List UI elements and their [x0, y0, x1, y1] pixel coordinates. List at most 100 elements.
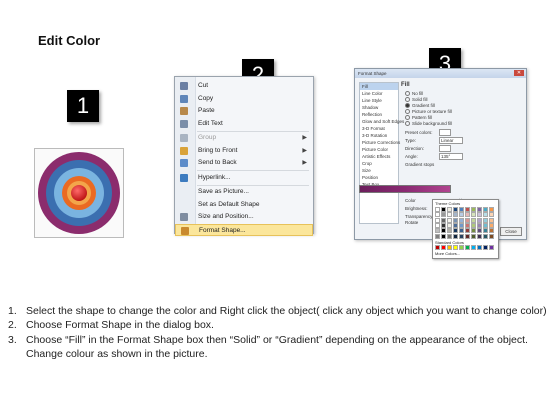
- color-swatch[interactable]: [483, 228, 488, 234]
- color-swatch[interactable]: [477, 222, 482, 228]
- menu-item-group[interactable]: Group ▶: [175, 132, 313, 144]
- color-swatch[interactable]: [441, 207, 446, 212]
- color-swatch[interactable]: [447, 233, 452, 239]
- color-swatch[interactable]: [453, 212, 458, 218]
- standard-color-swatch[interactable]: [447, 245, 452, 250]
- target-shape[interactable]: [35, 149, 123, 237]
- color-swatch[interactable]: [477, 217, 482, 223]
- color-swatch[interactable]: [447, 207, 452, 212]
- gradient-field-input[interactable]: 135°: [439, 153, 463, 160]
- color-swatch[interactable]: [453, 217, 458, 223]
- color-swatch[interactable]: [447, 217, 452, 223]
- fill-option-radio[interactable]: Solid fill: [405, 97, 428, 103]
- more-colors-link[interactable]: More Colors...: [435, 251, 460, 256]
- category-crop[interactable]: Crop: [360, 160, 398, 167]
- category-glow-and-soft-edges[interactable]: Glow and Soft Edges: [360, 118, 404, 125]
- standard-color-swatch[interactable]: [477, 245, 482, 250]
- close-button[interactable]: Close: [500, 227, 522, 236]
- category-picture-color[interactable]: Picture Color: [360, 146, 398, 153]
- color-swatch[interactable]: [489, 207, 494, 212]
- color-swatch[interactable]: [465, 212, 470, 218]
- color-swatch[interactable]: [435, 217, 440, 223]
- color-swatch[interactable]: [441, 233, 446, 239]
- color-swatch[interactable]: [483, 217, 488, 223]
- category-line-color[interactable]: Line Color: [360, 90, 398, 97]
- color-swatch[interactable]: [459, 207, 464, 212]
- menu-item-hyperlink[interactable]: Hyperlink...: [175, 172, 313, 184]
- category-shadow[interactable]: Shadow: [360, 104, 398, 111]
- menu-item-format-shape[interactable]: Format Shape...: [175, 223, 313, 236]
- menu-item-save-as-picture[interactable]: Save as Picture...: [175, 186, 313, 198]
- gradient-stops-bar[interactable]: [359, 185, 451, 193]
- color-swatch[interactable]: [435, 212, 440, 218]
- fill-option-radio[interactable]: Gradient fill: [405, 103, 435, 109]
- color-swatch[interactable]: [447, 222, 452, 228]
- color-swatch[interactable]: [435, 228, 440, 234]
- color-swatch[interactable]: [447, 212, 452, 218]
- color-swatch[interactable]: [465, 228, 470, 234]
- target-center[interactable]: [71, 185, 87, 201]
- target-shape-preview[interactable]: [34, 148, 124, 238]
- standard-color-swatch[interactable]: [441, 245, 446, 250]
- menu-item-copy[interactable]: Copy: [175, 93, 313, 105]
- color-swatch[interactable]: [441, 217, 446, 223]
- color-swatch[interactable]: [483, 233, 488, 239]
- color-swatch[interactable]: [489, 212, 494, 218]
- color-swatch[interactable]: [453, 222, 458, 228]
- color-swatch[interactable]: [453, 228, 458, 234]
- category-position[interactable]: Position: [360, 174, 398, 181]
- color-swatch[interactable]: [465, 233, 470, 239]
- color-swatch[interactable]: [459, 217, 464, 223]
- color-swatch[interactable]: [471, 217, 476, 223]
- color-swatch[interactable]: [459, 233, 464, 239]
- category-fill[interactable]: Fill: [360, 83, 398, 90]
- color-swatch[interactable]: [471, 207, 476, 212]
- category-size[interactable]: Size: [360, 167, 398, 174]
- color-swatch[interactable]: [471, 228, 476, 234]
- category-3-d-rotation[interactable]: 3-D Rotation: [360, 132, 398, 139]
- color-swatch[interactable]: [483, 212, 488, 218]
- color-swatch[interactable]: [477, 228, 482, 234]
- gradient-field-input[interactable]: [439, 145, 451, 152]
- color-swatch[interactable]: [453, 207, 458, 212]
- color-swatch[interactable]: [435, 207, 440, 212]
- color-swatch[interactable]: [465, 207, 470, 212]
- category-reflection[interactable]: Reflection: [360, 111, 398, 118]
- menu-item-send-to-back[interactable]: Send to Back ▶: [175, 157, 313, 169]
- color-swatch[interactable]: [483, 222, 488, 228]
- color-swatch[interactable]: [441, 228, 446, 234]
- standard-color-swatch[interactable]: [435, 245, 440, 250]
- menu-item-bring-to-front[interactable]: Bring to Front ▶: [175, 145, 313, 157]
- fill-option-radio[interactable]: Pattern fill: [405, 115, 432, 121]
- color-swatch[interactable]: [441, 222, 446, 228]
- color-swatch[interactable]: [459, 228, 464, 234]
- category-artistic-effects[interactable]: Artistic Effects: [360, 153, 398, 160]
- color-swatch[interactable]: [477, 212, 482, 218]
- color-swatch[interactable]: [435, 233, 440, 239]
- standard-color-swatch[interactable]: [453, 245, 458, 250]
- standard-color-swatch[interactable]: [465, 245, 470, 250]
- menu-item-edit-text[interactable]: Edit Text: [175, 118, 313, 130]
- close-icon[interactable]: ✕: [514, 70, 524, 76]
- fill-option-radio[interactable]: Slide background fill: [405, 121, 452, 127]
- color-swatch[interactable]: [471, 222, 476, 228]
- category-line-style[interactable]: Line Style: [360, 97, 398, 104]
- color-swatch[interactable]: [483, 207, 488, 212]
- color-swatch[interactable]: [477, 207, 482, 212]
- menu-item-size-and-position[interactable]: Size and Position...: [175, 211, 313, 223]
- color-swatch[interactable]: [447, 228, 452, 234]
- color-swatch[interactable]: [459, 212, 464, 218]
- rotate-checkbox-label[interactable]: Rotate: [405, 220, 418, 225]
- gradient-field-input[interactable]: Linear: [439, 137, 463, 144]
- menu-item-paste[interactable]: Paste: [175, 105, 313, 117]
- color-swatch[interactable]: [489, 233, 494, 239]
- color-swatch[interactable]: [489, 222, 494, 228]
- standard-color-swatch[interactable]: [459, 245, 464, 250]
- gradient-field-input[interactable]: [439, 129, 451, 136]
- color-swatch[interactable]: [489, 217, 494, 223]
- standard-color-swatch[interactable]: [489, 245, 494, 250]
- fill-option-radio[interactable]: No fill: [405, 91, 423, 97]
- color-swatch[interactable]: [471, 212, 476, 218]
- menu-item-cut[interactable]: Cut: [175, 80, 313, 92]
- color-swatch[interactable]: [465, 222, 470, 228]
